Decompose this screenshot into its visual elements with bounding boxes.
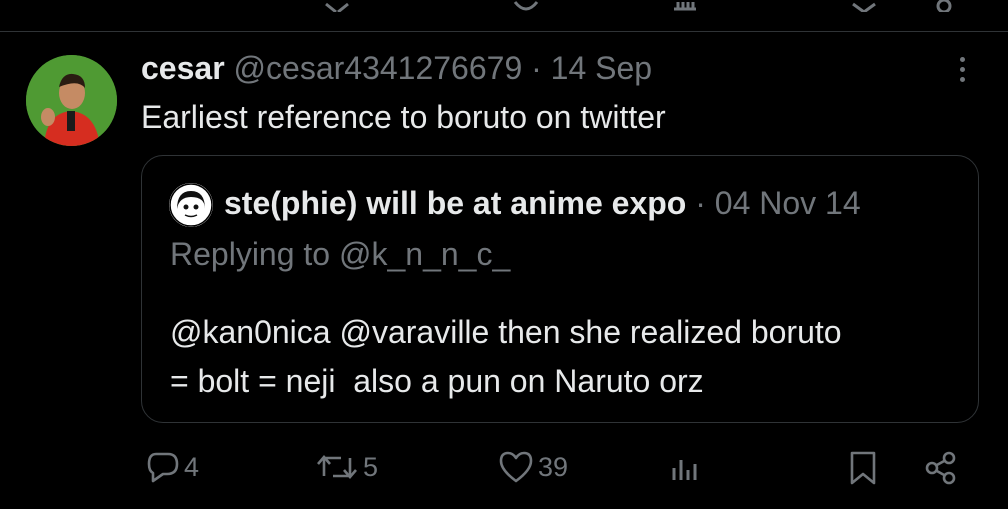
heart-icon[interactable] (511, 0, 541, 17)
retweet-icon[interactable] (322, 0, 352, 17)
tweet-text: Earliest reference to boruto on twitter (141, 99, 666, 135)
separator-dot: · (531, 50, 542, 86)
tweet-divider (0, 31, 1008, 32)
tweet-header: cesar @cesar4341276679 · 14 Sep (141, 50, 652, 87)
avatar[interactable] (26, 55, 117, 146)
quoted-tweet[interactable]: ste(phie) will be at anime expo · 04 Nov… (141, 155, 979, 423)
repost-count: 5 (363, 451, 379, 482)
bookmark-icon[interactable] (849, 0, 879, 17)
heart-icon (499, 451, 533, 483)
bookmark-icon (850, 451, 876, 485)
views-button[interactable] (668, 450, 702, 484)
quoted-header: ste(phie) will be at anime expo · 04 Nov… (224, 185, 861, 222)
quoted-author-name: ste(phie) will be at anime expo (224, 185, 687, 221)
views-icon[interactable] (670, 0, 700, 17)
reply-icon (147, 452, 179, 483)
quoted-text-line: @kan0nica @varaville then she realized b… (170, 314, 842, 350)
like-button[interactable]: 39 (498, 450, 568, 484)
reply-button[interactable]: 4 (146, 450, 199, 484)
separator-dot: · (695, 185, 706, 221)
replying-to: Replying to @k_n_n_c_ (170, 236, 511, 272)
analytics-icon (672, 460, 697, 480)
quoted-avatar (169, 183, 213, 227)
dot-icon (959, 57, 965, 62)
share-button[interactable] (922, 450, 958, 486)
share-icon[interactable] (929, 0, 959, 17)
repost-button[interactable]: 5 (315, 450, 378, 484)
tweet-date[interactable]: 14 Sep (551, 50, 652, 86)
more-options-button[interactable] (950, 57, 974, 91)
author-name[interactable]: cesar (141, 50, 225, 86)
dot-icon (959, 77, 965, 82)
like-count: 39 (538, 451, 569, 482)
repost-icon (317, 455, 357, 479)
share-icon (925, 451, 956, 485)
dot-icon (959, 67, 965, 72)
quoted-text: @kan0nica @varaville then she realized b… (170, 308, 842, 406)
bookmark-button[interactable] (848, 450, 878, 486)
author-handle[interactable]: @cesar4341276679 (234, 50, 523, 86)
quoted-date: 04 Nov 14 (714, 185, 861, 221)
quoted-text-line: = bolt = neji also a pun on Naruto orz (170, 363, 704, 399)
reply-count: 4 (184, 451, 200, 482)
previous-tweet-actions (0, 0, 1008, 14)
action-bar: 4 5 39 (0, 450, 1008, 490)
